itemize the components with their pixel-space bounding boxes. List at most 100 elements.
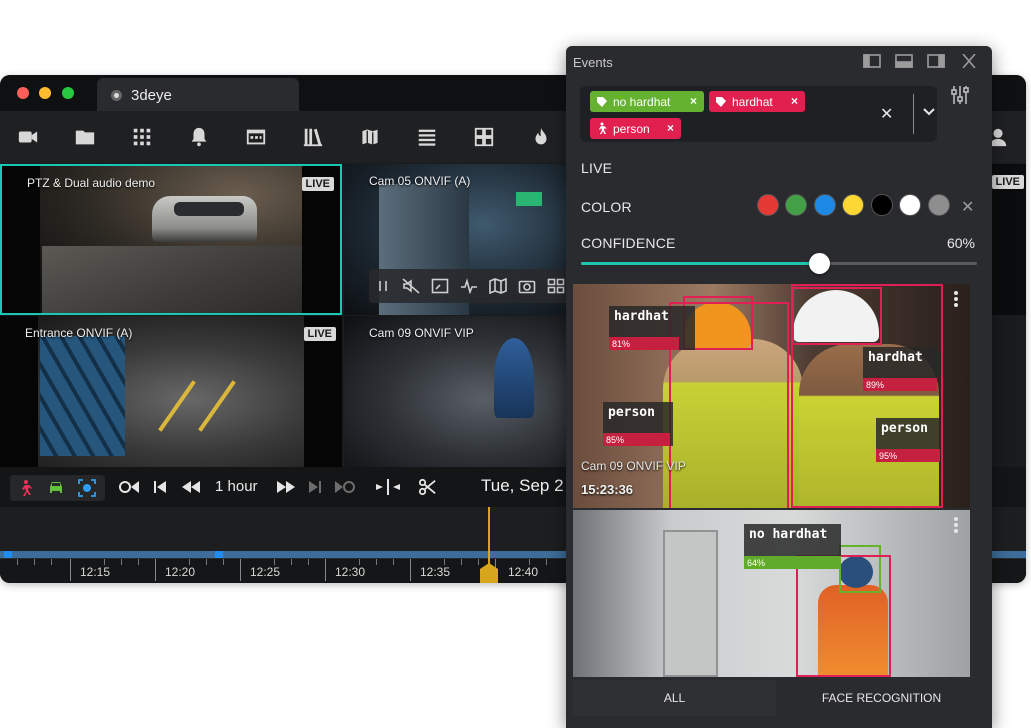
pause-icon[interactable] (374, 278, 392, 294)
playhead-line[interactable] (488, 507, 490, 569)
jump-start-button[interactable] (118, 477, 140, 497)
map-icon[interactable] (489, 277, 507, 295)
recording-marker (215, 551, 223, 558)
filter-tag-no-hardhat[interactable]: no hardhat × (590, 91, 704, 112)
camera-tile[interactable]: LIVE (990, 164, 1026, 315)
feed-lane-line (158, 380, 196, 432)
dock-bottom-icon[interactable] (895, 54, 913, 68)
detection-label: hardhat 81% (609, 306, 695, 350)
detection-class: person (881, 421, 928, 436)
clear-color-icon[interactable]: ✕ (961, 197, 974, 217)
activity-icon[interactable] (460, 278, 478, 295)
camera-tile[interactable]: Cam 09 ONVIF VIP (344, 316, 574, 467)
live-badge: LIVE (301, 177, 334, 191)
event-time: 15:23:36 (581, 482, 634, 497)
layout-grid-icon[interactable] (472, 126, 496, 148)
remove-tag-icon[interactable]: × (791, 94, 798, 108)
app-title: 3deye (131, 87, 172, 104)
scissors-icon[interactable] (418, 477, 436, 497)
filter-tag-person[interactable]: person × (590, 118, 681, 139)
camera-controls-overlay (369, 269, 579, 303)
remove-tag-icon[interactable]: × (690, 94, 697, 108)
event-card[interactable]: hardhat 81% hardhat 89% person 85% perso… (573, 284, 970, 508)
tick (410, 559, 411, 581)
more-options-icon[interactable] (954, 291, 958, 307)
zoom-timeline-button[interactable] (375, 477, 401, 497)
folder-icon[interactable] (73, 126, 97, 148)
rewind-button[interactable] (180, 477, 202, 497)
dock-right-icon[interactable] (927, 54, 945, 68)
vehicle-icon[interactable] (47, 479, 65, 497)
color-swatch-red[interactable] (757, 194, 779, 216)
tag-icon (597, 97, 607, 107)
tick (223, 559, 224, 565)
confidence-slider-thumb[interactable] (809, 253, 830, 274)
detection-class: hardhat (868, 350, 923, 365)
tick-label: 12:25 (250, 565, 281, 579)
tab-all[interactable]: ALL (573, 680, 776, 716)
detection-class: person (608, 405, 655, 420)
feed-sign (516, 192, 542, 206)
chevron-down-icon[interactable] (923, 107, 935, 117)
person-motion-icon[interactable] (16, 479, 34, 497)
camera-tile[interactable]: Entrance ONVIF (A) LIVE (0, 316, 342, 467)
video-camera-icon[interactable] (16, 126, 40, 148)
face-scan-icon[interactable] (78, 479, 96, 497)
library-icon[interactable] (301, 126, 325, 148)
live-label[interactable]: LIVE (581, 160, 612, 176)
filter-settings-icon[interactable] (950, 85, 970, 105)
feed-road (42, 246, 304, 313)
grid-icon[interactable] (547, 278, 565, 294)
detection-label: person 95% (876, 418, 940, 462)
tick-label: 12:30 (335, 565, 366, 579)
jump-live-button[interactable] (334, 477, 356, 497)
color-swatch-yellow[interactable] (842, 194, 864, 216)
calendar-card-icon[interactable] (244, 126, 268, 148)
tick (121, 559, 122, 565)
filter-tag-label: no hardhat (613, 94, 671, 109)
filter-tag-hardhat[interactable]: hardhat × (709, 91, 805, 112)
camera-name: Entrance ONVIF (A) (25, 326, 133, 340)
more-options-icon[interactable] (954, 517, 958, 533)
live-badge: LIVE (303, 327, 336, 341)
clear-filters-icon[interactable]: ✕ (880, 104, 893, 124)
list-icon[interactable] (415, 126, 439, 148)
fullscreen-icon[interactable] (431, 278, 449, 294)
color-swatch-green[interactable] (785, 194, 807, 216)
color-swatch-blue[interactable] (814, 194, 836, 216)
camera-tile[interactable]: PTZ & Dual audio demo LIVE (0, 164, 342, 315)
map-icon[interactable] (358, 126, 382, 148)
event-card[interactable]: no hardhat 64% (573, 510, 970, 677)
dock-left-icon[interactable] (863, 54, 881, 68)
fast-forward-button[interactable] (275, 477, 297, 497)
fire-icon[interactable] (529, 126, 553, 148)
tick (325, 559, 326, 581)
maximize-window-button[interactable] (62, 87, 74, 99)
tick (529, 559, 530, 565)
color-swatch-black[interactable] (871, 194, 893, 216)
bell-icon[interactable] (187, 126, 211, 148)
mute-icon[interactable] (402, 278, 420, 294)
timeline-date[interactable]: Tue, Sep 2 (481, 476, 564, 496)
close-window-button[interactable] (17, 87, 29, 99)
next-event-button[interactable] (307, 477, 323, 497)
color-swatch-white[interactable] (899, 194, 921, 216)
filter-tag-label: hardhat (732, 94, 773, 109)
close-icon[interactable] (960, 53, 978, 69)
tick (240, 559, 241, 581)
remove-tag-icon[interactable]: × (667, 121, 674, 135)
camera-name: Cam 05 ONVIF (A) (369, 174, 471, 188)
event-filter-box[interactable]: no hardhat × hardhat × person × ✕ (580, 86, 937, 142)
app-tab[interactable]: 3deye (97, 78, 299, 111)
grid-dots-icon[interactable] (130, 126, 154, 148)
timeline-range[interactable]: 1 hour (215, 478, 258, 495)
color-swatch-gray[interactable] (928, 194, 950, 216)
filter-tag-label: person (613, 121, 650, 136)
tab-face-recognition[interactable]: FACE RECOGNITION (778, 680, 985, 716)
detection-label: person 85% (603, 402, 673, 446)
tick (376, 559, 377, 565)
previous-event-button[interactable] (152, 477, 168, 497)
minimize-window-button[interactable] (39, 87, 51, 99)
confidence-label: CONFIDENCE (581, 235, 676, 251)
snapshot-icon[interactable] (518, 278, 536, 294)
